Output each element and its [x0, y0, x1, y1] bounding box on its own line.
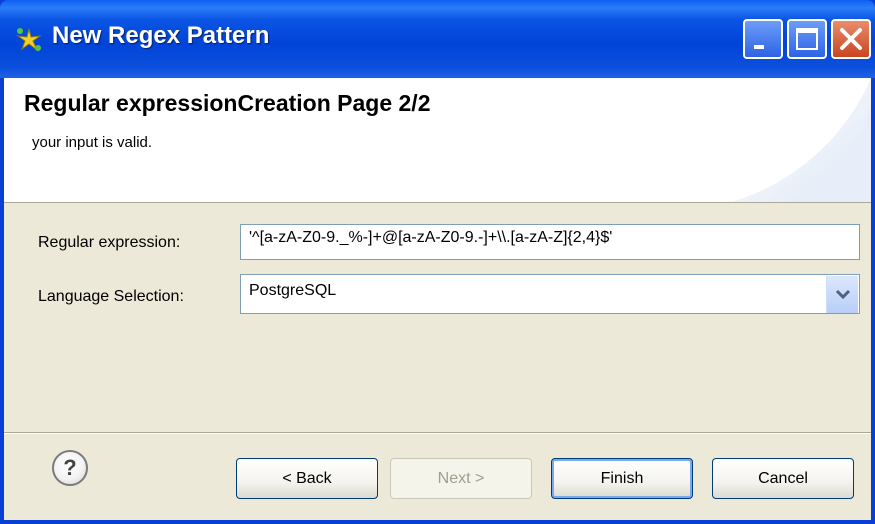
minimize-button[interactable]	[743, 19, 783, 59]
separator	[4, 432, 871, 434]
close-button[interactable]	[831, 19, 871, 59]
maximize-icon	[796, 28, 818, 50]
help-button[interactable]: ?	[52, 450, 88, 486]
language-selected-value: PostgreSQL	[249, 282, 337, 299]
back-button[interactable]: < Back	[236, 458, 378, 499]
next-button[interactable]: Next >	[390, 458, 532, 499]
finish-button[interactable]: Finish	[551, 458, 693, 499]
status-message: your input is valid.	[32, 134, 153, 151]
language-select[interactable]: PostgreSQL	[240, 274, 860, 314]
header-decoration	[731, 78, 871, 202]
help-icon: ?	[63, 455, 77, 480]
dialog-body: Regular expressionCreation Page 2/2 your…	[4, 78, 871, 520]
regex-label: Regular expression:	[38, 234, 181, 251]
close-icon	[840, 28, 862, 50]
language-label: Language Selection:	[38, 288, 184, 305]
chevron-down-icon	[835, 289, 851, 300]
title-bar[interactable]: New Regex Pattern	[0, 0, 875, 78]
regex-input[interactable]: '^[a-zA-Z0-9._%-]+@[a-zA-Z0-9.-]+\\.[a-z…	[240, 224, 860, 260]
dialog-window: New Regex Pattern Regular expressionCrea…	[0, 0, 875, 524]
minimize-icon	[754, 45, 764, 49]
maximize-button[interactable]	[787, 19, 827, 59]
cancel-button[interactable]: Cancel	[712, 458, 854, 499]
wizard-header: Regular expressionCreation Page 2/2 your…	[4, 78, 871, 203]
dropdown-button[interactable]	[826, 276, 858, 313]
regex-star-icon	[16, 28, 42, 52]
window-title: New Regex Pattern	[52, 22, 270, 49]
page-title: Regular expressionCreation Page 2/2	[24, 90, 431, 116]
